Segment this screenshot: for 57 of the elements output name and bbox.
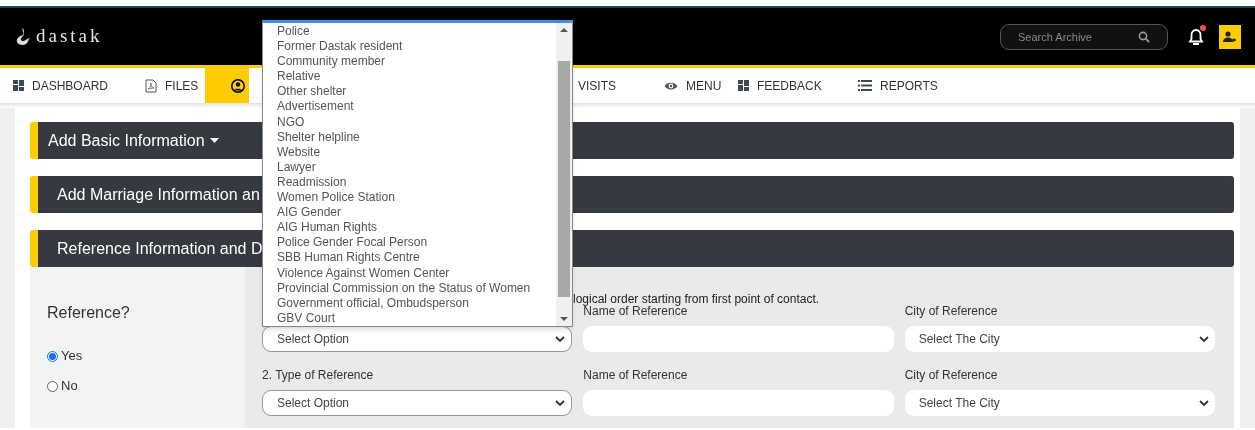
user-icon — [1223, 30, 1237, 43]
pdf-file-icon — [145, 78, 157, 93]
dropdown-option[interactable]: Advertisement — [277, 99, 556, 115]
nav-tab[interactable]: VISITS — [578, 68, 642, 103]
field-label: City of Reference — [904, 367, 998, 384]
dropdown-option[interactable]: Lawyer — [277, 159, 556, 175]
dropdown-option[interactable]: Relative — [277, 69, 556, 85]
nav-tab[interactable]: FEEDBACK — [738, 68, 858, 103]
dashboard-icon — [13, 80, 24, 91]
profile-button[interactable] — [1219, 24, 1241, 49]
select-field[interactable]: Select Option — [262, 326, 573, 352]
chevron-down-icon — [1199, 335, 1209, 343]
logo-text: dastak — [36, 24, 103, 49]
select-field[interactable]: Select The City — [904, 390, 1215, 416]
scrollbar-thumb[interactable] — [558, 61, 570, 297]
dropdown-option[interactable]: Other shelter — [277, 84, 556, 100]
chevron-down-icon — [555, 399, 566, 407]
eye-icon — [664, 80, 678, 91]
chevron-down-icon — [1199, 399, 1209, 407]
dropdown-option[interactable]: Former Dastak resident — [277, 39, 556, 55]
field-label: Name of Reference — [583, 367, 688, 384]
field-label: 2. Type of Reference — [262, 367, 374, 384]
list-icon — [858, 80, 872, 91]
chevron-down-icon — [555, 335, 566, 343]
select-field[interactable]: Select The City — [904, 326, 1215, 352]
dropdown-option[interactable]: Police — [277, 24, 556, 40]
dropdown-option[interactable]: GBV Court — [277, 310, 556, 326]
radio-button[interactable] — [47, 380, 58, 392]
dropdown-option[interactable]: Violence Against Women Center — [277, 265, 556, 281]
dropdown-option[interactable]: Website — [277, 144, 556, 160]
search-field[interactable]: Search Archive — [1000, 23, 1168, 50]
search-icon — [1138, 30, 1150, 43]
field-label: Name of Reference — [583, 304, 688, 320]
dropdown-option[interactable]: SBB Human Rights Centre — [277, 250, 556, 266]
dropdown-option[interactable]: Shelter helpline — [277, 129, 556, 145]
radio-label[interactable]: No — [61, 376, 78, 396]
dropdown-option[interactable]: Community member — [277, 54, 556, 70]
dropdown-option[interactable]: Government official, Ombudsperson — [277, 295, 556, 311]
radio-label[interactable]: Yes — [61, 346, 83, 366]
user-circle-icon — [231, 78, 245, 93]
select-field[interactable]: Select Option — [262, 390, 573, 416]
dropdown-option[interactable]: Readmission — [277, 174, 556, 191]
dashboard-icon — [738, 80, 749, 91]
dropdown-option[interactable]: Police Gender Focal Person — [277, 235, 556, 251]
nav-tab[interactable]: REPORTS — [858, 68, 978, 103]
scrollbar[interactable] — [556, 23, 572, 326]
dropdown-option[interactable]: Provincial Commission on the Status of Women — [277, 280, 556, 296]
nav-tab[interactable]: FILES — [132, 68, 205, 103]
nav-tab[interactable]: DASHBOARD — [0, 68, 132, 103]
dropdown-option[interactable]: Women Police Station — [277, 190, 556, 206]
bell-icon[interactable] — [1188, 26, 1204, 47]
dropdown-list[interactable] — [262, 20, 573, 327]
nav-tab[interactable]: MENU — [642, 68, 738, 103]
question-label: Reference? — [47, 303, 131, 323]
nav-tab[interactable] — [205, 68, 249, 103]
instruction-text: logical order starting from first point of contact. — [573, 292, 820, 306]
field-label: City of Reference — [904, 303, 998, 320]
